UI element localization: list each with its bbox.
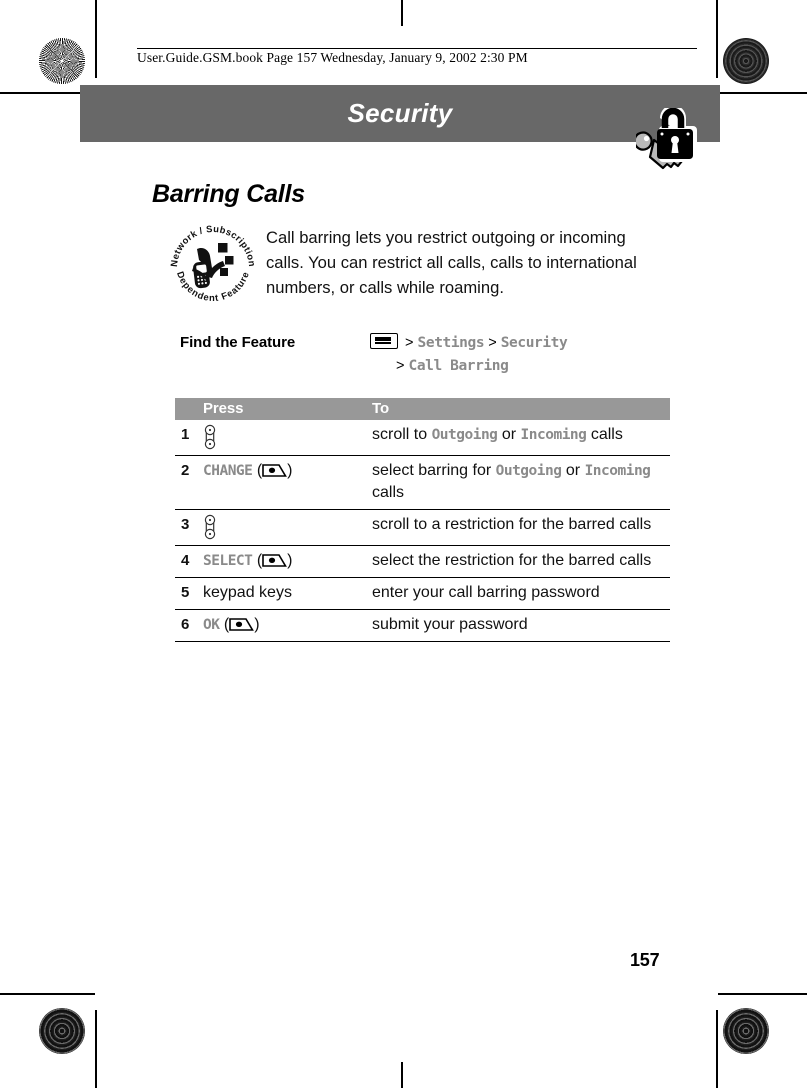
registration-starburst-bottom-right [723, 1008, 769, 1054]
menu-path-item: Settings [417, 335, 485, 351]
step-press-cell [203, 420, 363, 456]
registration-starburst-top-right [723, 38, 769, 84]
padlock-key-icon [633, 105, 706, 170]
step-number: 2 [175, 455, 203, 510]
chapter-title: Security [347, 98, 453, 128]
menu-option-label: Outgoing [431, 427, 498, 443]
step-number: 1 [175, 420, 203, 456]
table-row: 3 scroll to a restriction for the barred … [175, 509, 670, 546]
step-description-cell: scroll to Outgoing or Incoming calls [363, 420, 670, 456]
table-row: 5 keypad keys enter your call barring pass… [175, 577, 670, 610]
svg-text:Network / Subscription: Network / Subscription [168, 223, 258, 267]
table-row: 6 OK () submit your password [175, 609, 670, 642]
table-row: 2 CHANGE () select barring for Outgoing or… [175, 455, 670, 510]
table-row: 4 SELECT () select the restriction for the… [175, 545, 670, 578]
step-number: 6 [175, 609, 203, 642]
menu-path-separator: > [396, 358, 409, 374]
press-label: keypad keys [203, 584, 292, 601]
step-press-cell: OK () [203, 609, 363, 642]
step-text: select the restriction for the barred ca… [372, 552, 652, 569]
soft-key-icon [262, 554, 288, 567]
registration-target-top-right-2 [734, 102, 768, 136]
menu-option-label: Outgoing [495, 463, 562, 479]
section-intro-text: Call barring lets you restrict outgoing … [266, 228, 637, 297]
registration-target-top-left-2 [40, 102, 74, 136]
step-text: calls [372, 484, 405, 501]
step-text: scroll to a restriction for the barred c… [372, 516, 652, 533]
step-text: enter your call barring password [372, 584, 600, 601]
soft-key-icon [229, 618, 255, 631]
chapter-banner: Security [80, 85, 720, 142]
crop-line-bottom-left-h [0, 993, 95, 995]
page-number: 157 [630, 950, 660, 970]
step-text: submit your password [372, 616, 528, 633]
crop-line-bottom-right-v [716, 1010, 718, 1088]
find-the-feature-path: > Settings > Security > Call Barring [370, 332, 670, 378]
soft-key-label: OK [203, 617, 220, 633]
step-press-cell: keypad keys [203, 577, 363, 610]
crop-line-top-right-h [718, 92, 807, 94]
step-description-cell: scroll to a restriction for the barred c… [363, 509, 670, 546]
menu-key-icon [370, 333, 398, 349]
soft-key-paren: ) [287, 462, 293, 479]
step-text: or [561, 462, 585, 479]
crop-line-bottom-left-v [95, 1010, 97, 1088]
menu-path-item: Call Barring [408, 358, 509, 374]
registration-target-bottom-center [385, 1040, 419, 1074]
step-description-cell: enter your call barring password [363, 577, 670, 610]
step-text: calls [586, 426, 623, 443]
filebar-text: User.Guide.GSM.book Page 157 Wednesday, … [137, 50, 528, 65]
crop-line-bottom-right-h [718, 993, 807, 995]
crop-tick-top-center [401, 0, 403, 26]
table-header-num [175, 398, 203, 420]
step-description-cell: submit your password [363, 609, 670, 642]
soft-key-label: CHANGE [203, 463, 253, 479]
table-header-press: Press [203, 398, 363, 420]
find-the-feature-label: Find the Feature [180, 334, 296, 351]
step-description-cell: select barring for Outgoing or Incoming … [363, 455, 670, 510]
step-press-cell: CHANGE () [203, 455, 363, 510]
registration-target-bottom-right [671, 1033, 705, 1067]
registration-target-mid-left [40, 553, 74, 587]
step-number: 5 [175, 577, 203, 610]
crop-tick-bottom-center [401, 1062, 403, 1088]
menu-option-label: Incoming [520, 427, 587, 443]
registration-target-mid-right [734, 553, 768, 587]
step-description-cell: select the restriction for the barred ca… [363, 545, 670, 578]
menu-path-separator: > [484, 335, 501, 351]
page-title: Barring Calls [152, 180, 306, 208]
registration-target-top-left [102, 40, 136, 74]
step-number: 3 [175, 509, 203, 546]
registration-starburst-top-left [39, 38, 85, 84]
registration-target-bottom-left [102, 1033, 136, 1067]
step-number: 4 [175, 545, 203, 578]
menu-path-separator: > [401, 335, 418, 351]
crop-line-top-left-v [95, 0, 97, 78]
scroll-key-icon [203, 424, 217, 450]
registration-starburst-bottom-left [39, 1008, 85, 1054]
step-text: scroll to [372, 426, 432, 443]
soft-key-label: SELECT [203, 553, 253, 569]
menu-option-label: Incoming [584, 463, 651, 479]
step-press-cell [203, 509, 363, 546]
soft-key-icon [262, 464, 288, 477]
step-press-cell: SELECT () [203, 545, 363, 578]
table-header-row: Press To [175, 398, 670, 420]
network-subscription-dependent-feature-badge: Network / Subscription Dependent Feature [167, 216, 259, 308]
table-header-to: To [363, 398, 670, 420]
table-row: 1 scroll to Outgoing or Incoming calls [175, 420, 670, 456]
step-text: select barring for [372, 462, 496, 479]
crop-line-top-right-v [716, 0, 718, 78]
registration-target-bottom-right-2 [734, 963, 768, 997]
step-text: or [497, 426, 521, 443]
steps-table: Press To 1 scroll to Outgoing or Incoming… [175, 398, 670, 642]
soft-key-paren: ) [287, 552, 293, 569]
soft-key-paren: ) [254, 616, 260, 633]
menu-path-item: Security [500, 335, 568, 351]
registration-target-bottom-left-2 [40, 963, 74, 997]
scroll-key-icon [203, 514, 217, 540]
